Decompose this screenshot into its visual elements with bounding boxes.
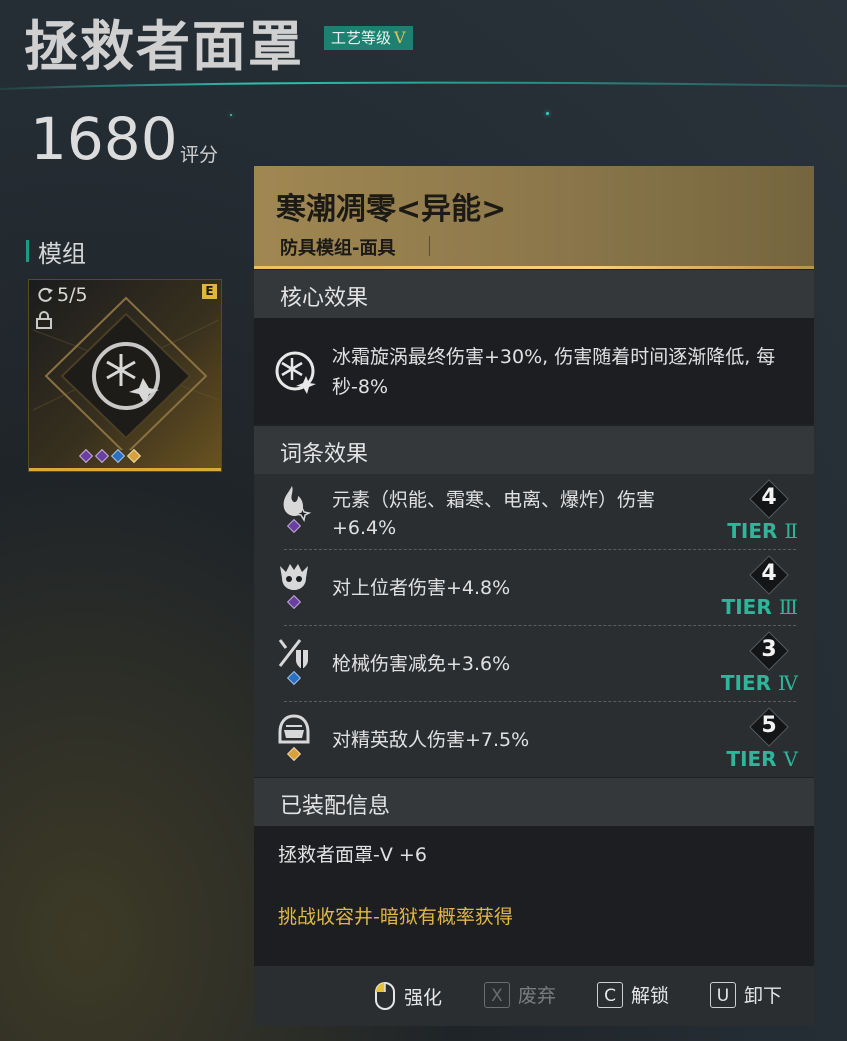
module-gems <box>78 448 142 464</box>
score-value: 1680 <box>30 105 178 173</box>
item-source-text: 挑战收容井-暗狱有概率获得 <box>278 906 513 928</box>
affix-tier: TIER Ⅱ <box>727 519 798 543</box>
gem-icon <box>78 448 94 464</box>
core-effect-row: 冰霜旋涡最终伤害+30%, 伤害随着时间逐渐降低, 每秒-8% <box>254 318 814 424</box>
item-type: 防具模组-面具 <box>280 238 396 259</box>
gem-icon <box>110 448 126 464</box>
header-underline <box>254 266 814 269</box>
boss-skull-icon <box>280 564 308 590</box>
module-count-value: 5/5 <box>57 284 88 306</box>
affix-rank: 4 <box>749 479 789 519</box>
enhance-button[interactable]: 强化 <box>374 981 442 1011</box>
panel-header: 寒潮凋零<异能> 防具模组-面具 <box>254 166 814 269</box>
equip-info-title: 已装配信息 <box>280 794 391 819</box>
key-c: C <box>597 981 623 1008</box>
affix-rank-value: 4 <box>761 561 777 586</box>
item-title: 拯救者面罩 <box>24 15 304 78</box>
key-u: U <box>710 981 736 1008</box>
module-section-label: 模组 <box>38 240 86 268</box>
discard-button[interactable]: X 废弃 <box>484 981 556 1008</box>
module-card[interactable]: 5/5 E <box>28 279 222 472</box>
affix-header: 词条效果 <box>254 426 814 474</box>
spark-dot <box>230 114 232 116</box>
affix-rank: 5 <box>749 707 789 747</box>
refresh-icon <box>38 287 53 302</box>
affix-rank: 3 <box>749 631 789 671</box>
equipped-item-name: 拯救者面罩-V +6 <box>278 844 427 866</box>
item-detail-panel: 寒潮凋零<异能> 防具模组-面具 核心效果 冰霜旋涡最终伤害+30%, 伤害随着… <box>254 166 814 1026</box>
affix-rank-value: 3 <box>761 637 777 662</box>
score-unit: 评分 <box>180 144 219 166</box>
equip-info-body: 拯救者面罩-V +6 挑战收容井-暗狱有概率获得 <box>254 826 814 966</box>
elite-helmet-icon <box>278 714 310 744</box>
core-effect-text: 冰霜旋涡最终伤害+30%, 伤害随着时间逐渐降低, 每秒-8% <box>332 346 776 398</box>
affix-row: 元素（炽能、霜寒、电离、爆炸）伤害+6.4% 4 TIER Ⅱ <box>254 474 814 550</box>
equip-info-header: 已装配信息 <box>254 778 814 826</box>
craft-level-label: 工艺等级 <box>331 29 392 47</box>
affix-text: 对上位者伤害+4.8% <box>332 577 511 599</box>
unlock-button[interactable]: C 解锁 <box>597 981 669 1008</box>
module-count: 5/5 <box>35 284 88 306</box>
element-flame-icon <box>283 486 312 522</box>
key-x: X <box>484 981 510 1008</box>
affix-rank-value: 5 <box>761 713 777 738</box>
frost-vortex-icon <box>275 351 316 394</box>
enhance-label: 强化 <box>404 986 443 1009</box>
unequip-label: 卸下 <box>744 985 783 1007</box>
lock-icon <box>36 311 52 329</box>
rarity-badge: E <box>202 284 217 299</box>
core-effect-title: 核心效果 <box>280 286 369 311</box>
discard-label: 废弃 <box>518 985 557 1007</box>
affix-row: 对上位者伤害+4.8% 4 TIER Ⅲ <box>254 550 814 626</box>
affix-rank-value: 4 <box>761 485 777 510</box>
module-card-bar <box>29 468 221 471</box>
action-bar: 强化 X 废弃 C 解锁 U 卸下 <box>254 966 814 1026</box>
affix-tier: TIER Ⅴ <box>726 747 798 771</box>
affix-row: 枪械伤害减免+3.6% 3 TIER Ⅳ <box>254 626 814 702</box>
craft-level-value: V <box>394 28 406 47</box>
affix-list: 元素（炽能、霜寒、电离、爆炸）伤害+6.4% 4 TIER Ⅱ 对上位者伤害+4… <box>254 474 814 777</box>
unlock-label: 解锁 <box>631 985 670 1007</box>
section-marker <box>26 240 29 262</box>
mouse-icon <box>375 982 395 1010</box>
affix-rank: 4 <box>749 555 789 595</box>
affix-text: 对精英敌人伤害+7.5% <box>332 729 530 751</box>
craft-level-badge: 工艺等级 V <box>324 26 413 50</box>
spark-dot <box>546 112 549 115</box>
affix-row: 对精英敌人伤害+7.5% 5 TIER Ⅴ <box>254 702 814 778</box>
gun-shield-icon <box>278 639 308 669</box>
affix-text: 枪械伤害减免+3.6% <box>332 653 511 675</box>
item-name: 寒潮凋零<异能> <box>276 192 507 227</box>
header-divider <box>0 81 847 90</box>
unequip-button[interactable]: U 卸下 <box>710 981 782 1008</box>
affix-title: 词条效果 <box>280 442 369 467</box>
core-effect-header: 核心效果 <box>254 270 814 318</box>
affix-tier: TIER Ⅲ <box>721 595 798 619</box>
module-emblem-icon <box>33 296 219 450</box>
type-divider <box>429 236 430 256</box>
gem-icon <box>126 448 142 464</box>
gem-icon <box>94 448 110 464</box>
affix-tier: TIER Ⅳ <box>720 671 798 695</box>
affix-text: 元素（炽能、霜寒、电离、爆炸）伤害+6.4% <box>332 489 656 539</box>
